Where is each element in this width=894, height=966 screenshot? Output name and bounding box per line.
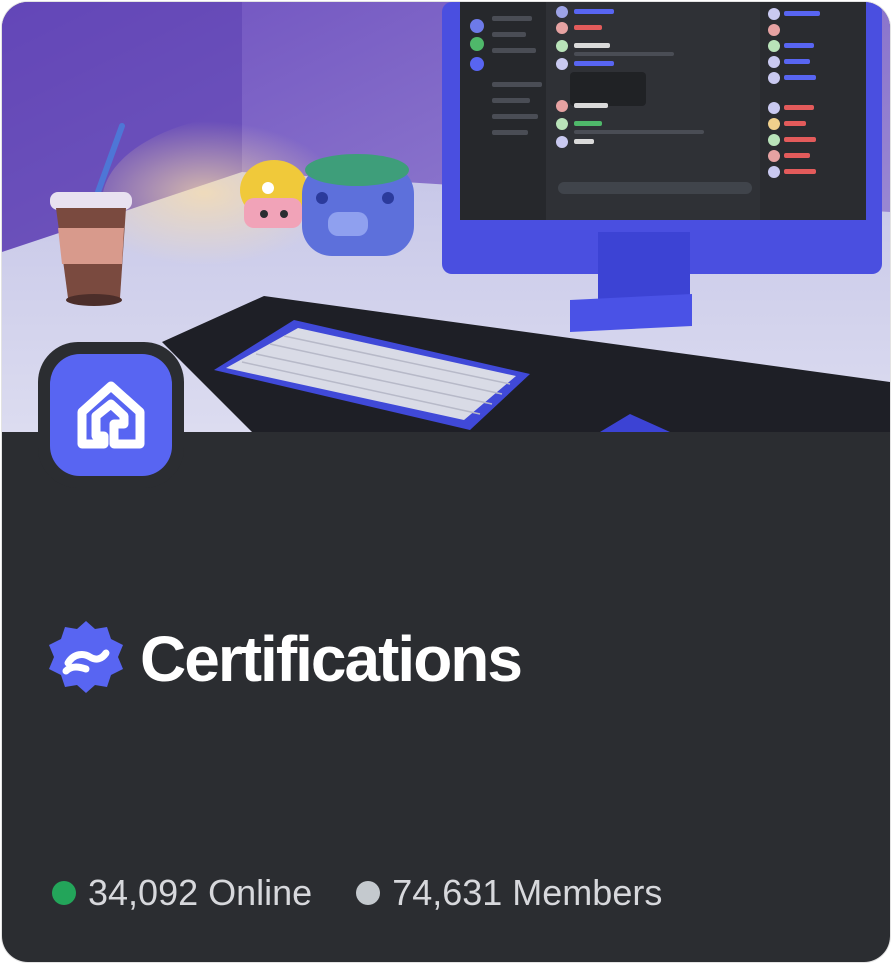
server-stats: 34,092 Online 74,631 Members: [52, 868, 662, 918]
home-icon: [77, 381, 145, 449]
server-invite-card[interactable]: Certifications 34,092 Online 74,631 Memb…: [2, 2, 890, 962]
online-count-text: 34,092 Online: [88, 872, 313, 913]
online-status-dot: [52, 881, 76, 905]
server-name: Certifications: [140, 623, 523, 695]
server-icon-frame: [38, 342, 184, 488]
member-count-text: 74,631 Members: [392, 872, 663, 913]
member-status-dot: [356, 881, 381, 905]
online-count: 34,092 Online: [52, 872, 312, 914]
partner-badge-icon: [44, 617, 128, 701]
server-icon[interactable]: [50, 354, 172, 476]
member-count: 74,631 Members: [356, 872, 662, 914]
server-title-row: Certifications: [44, 614, 523, 704]
